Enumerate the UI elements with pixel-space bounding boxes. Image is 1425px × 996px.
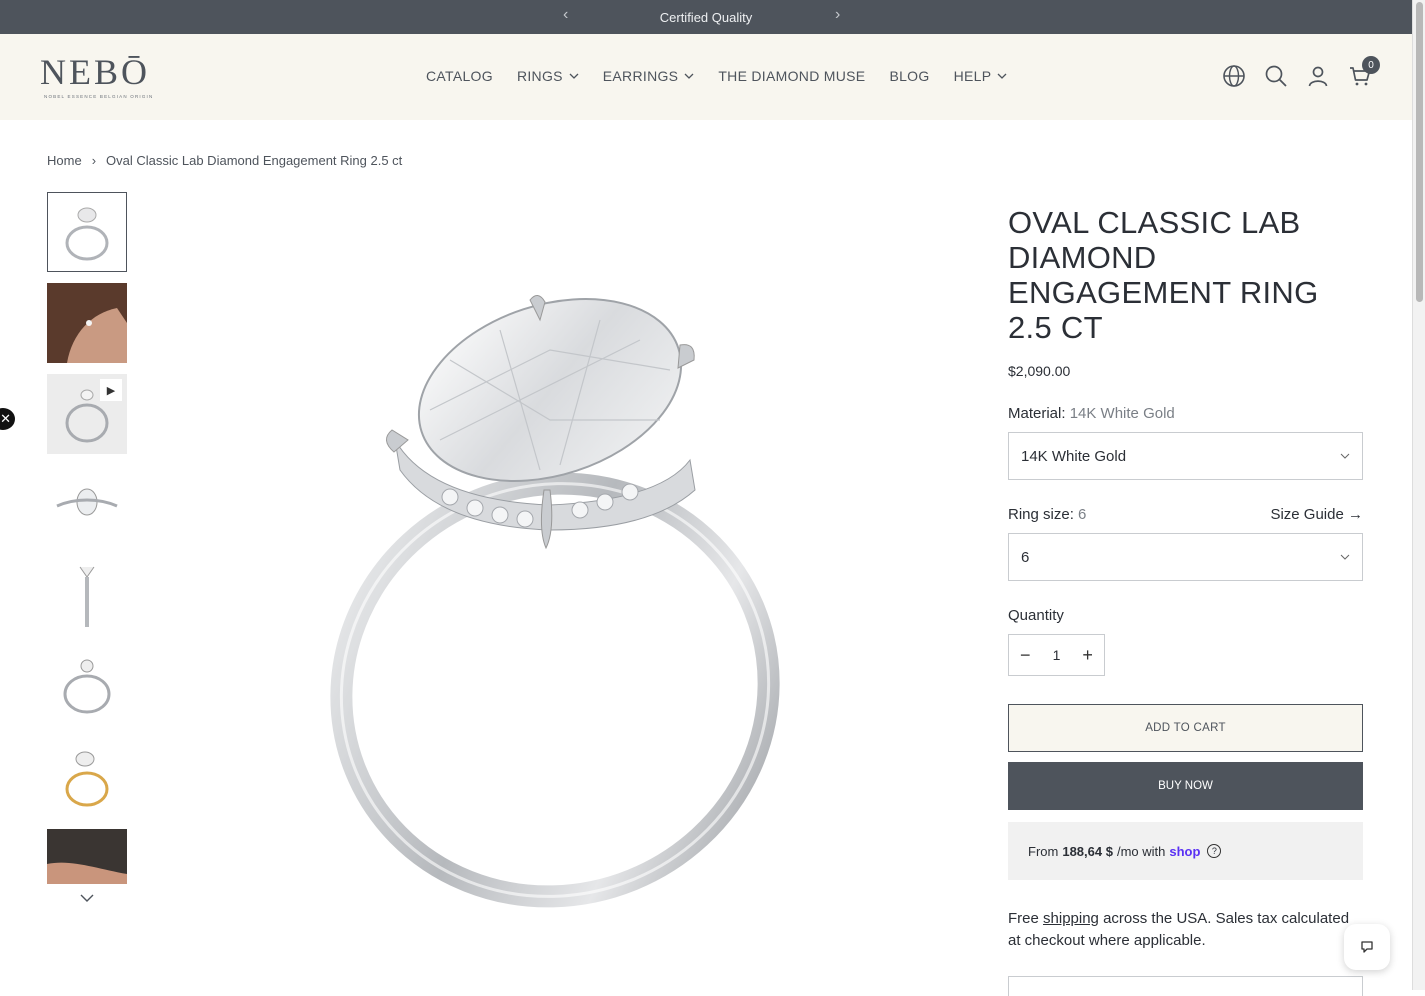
next-section-box xyxy=(1008,976,1363,996)
search-icon[interactable] xyxy=(1264,64,1288,88)
ring-thumbnail-image xyxy=(65,751,109,807)
scrollbar-thumb[interactable] xyxy=(1416,2,1423,302)
ring-size-value: 6 xyxy=(1078,506,1087,523)
announcement-prev-icon[interactable]: ‹ xyxy=(563,6,568,24)
nav-rings[interactable]: RINGS xyxy=(517,68,579,84)
cart-button[interactable]: 0 xyxy=(1348,56,1380,88)
side-close-icon[interactable]: ✕ xyxy=(0,408,15,430)
quantity-stepper: − 1 + xyxy=(1008,634,1105,676)
help-icon[interactable]: ? xyxy=(1207,844,1222,858)
thumbnail-ring-gold[interactable] xyxy=(47,738,127,818)
page-scrollbar[interactable] xyxy=(1412,0,1425,990)
logo-tagline: NOBEL ESSENCE BELGIAN ORIGIN xyxy=(44,94,154,99)
add-to-cart-button[interactable]: ADD TO CART xyxy=(1008,704,1363,752)
breadcrumb-current: Oval Classic Lab Diamond Engagement Ring… xyxy=(106,153,403,168)
breadcrumb-separator: › xyxy=(91,153,97,168)
ring-size-select[interactable]: 6 xyxy=(1008,533,1363,581)
buy-now-button[interactable]: BUY NOW xyxy=(1008,762,1363,810)
main-nav: CATALOG RINGS EARRINGS THE DIAMOND MUSE … xyxy=(426,68,1007,84)
header-icons: 0 xyxy=(1222,56,1380,88)
material-value: 14K White Gold xyxy=(1069,405,1175,422)
globe-icon[interactable] xyxy=(1222,64,1246,88)
shoppay-amount: 188,64 $ xyxy=(1062,843,1113,859)
ring-size-label: Ring size: xyxy=(1008,506,1074,523)
material-label: Material: xyxy=(1008,405,1066,422)
thumbnail-ring-side[interactable] xyxy=(47,556,127,636)
product-title: OVAL CLASSIC LAB DIAMOND ENGAGEMENT RING… xyxy=(1008,205,1319,345)
quantity-value[interactable]: 1 xyxy=(1053,647,1061,663)
nav-diamond-muse[interactable]: THE DIAMOND MUSE xyxy=(718,68,865,84)
chevron-down-icon xyxy=(684,73,694,79)
shipping-pre: Free xyxy=(1008,910,1039,927)
chevron-down-icon xyxy=(1340,554,1350,560)
thumbnail-list: ▶ xyxy=(47,192,127,895)
chevron-down-icon xyxy=(1340,453,1350,459)
chevron-down-icon xyxy=(569,73,579,79)
ring-thumbnail-image xyxy=(63,659,111,714)
account-icon[interactable] xyxy=(1306,64,1330,88)
shipping-note: Free shipping across the USA. Sales tax … xyxy=(1008,908,1363,952)
announcement-next-icon[interactable]: › xyxy=(835,6,840,24)
thumbnail-hand[interactable] xyxy=(47,283,127,363)
thumbnails-down-chevron-icon[interactable] xyxy=(79,892,95,904)
shoppay-prefix: From xyxy=(1028,843,1059,859)
chat-button[interactable] xyxy=(1344,924,1390,970)
shop-logo: shop xyxy=(1169,843,1201,859)
breadcrumb-home[interactable]: Home xyxy=(47,153,82,168)
ring-thumbnail-image xyxy=(56,488,118,516)
material-label-row: Material: 14K White Gold xyxy=(1008,405,1363,422)
breadcrumb: Home › Oval Classic Lab Diamond Engageme… xyxy=(47,153,402,168)
chat-icon xyxy=(1361,941,1373,953)
nav-earrings[interactable]: EARRINGS xyxy=(603,68,695,84)
logo-word: NEBŌ xyxy=(40,52,150,92)
quantity-label: Quantity xyxy=(1008,607,1064,624)
product-price: $2,090.00 xyxy=(1008,363,1071,379)
thumbnail-video[interactable]: ▶ xyxy=(47,374,127,454)
shipping-link[interactable]: shipping xyxy=(1043,910,1099,927)
site-header: NEBŌ NOBEL ESSENCE BELGIAN ORIGIN CATALO… xyxy=(0,34,1412,120)
nav-catalog[interactable]: CATALOG xyxy=(426,68,493,84)
ring-thumbnail-image xyxy=(65,207,109,261)
cart-count-badge: 0 xyxy=(1362,56,1380,74)
announcement-bar: ‹ Certified Quality › xyxy=(0,0,1412,34)
shop-pay-installments: From 188,64 $ /mo with shop ? xyxy=(1008,822,1363,880)
shoppay-suffix: /mo with xyxy=(1116,843,1166,859)
logo[interactable]: NEBŌ NOBEL ESSENCE BELGIAN ORIGIN xyxy=(40,54,153,99)
thumbnail-hand-2[interactable] xyxy=(47,829,127,884)
product-main-image[interactable] xyxy=(300,290,820,910)
thumbnail-ring-top[interactable] xyxy=(47,465,127,545)
chevron-down-icon xyxy=(997,73,1007,79)
plus-icon[interactable]: + xyxy=(1082,645,1093,666)
nav-blog[interactable]: BLOG xyxy=(889,68,929,84)
ring-thumbnail-image xyxy=(79,566,95,627)
material-select[interactable]: 14K White Gold xyxy=(1008,432,1363,480)
product-info: OVAL CLASSIC LAB DIAMOND ENGAGEMENT RING… xyxy=(1008,205,1363,952)
hand-thumbnail-image xyxy=(47,283,127,363)
ring-size-label-row: Ring size: 6 Size Guide → xyxy=(1008,506,1363,523)
minus-icon[interactable]: − xyxy=(1020,645,1031,666)
play-icon: ▶ xyxy=(100,379,122,401)
thumbnail-ring-front[interactable] xyxy=(47,647,127,727)
size-guide-link[interactable]: Size Guide → xyxy=(1270,506,1363,523)
nav-help[interactable]: HELP xyxy=(954,68,1008,84)
hand-thumbnail-image xyxy=(47,829,127,884)
ring-size-selected: 6 xyxy=(1021,548,1030,566)
material-selected: 14K White Gold xyxy=(1021,447,1127,465)
announcement-text: Certified Quality xyxy=(659,9,753,25)
thumbnail-ring-angled[interactable] xyxy=(47,192,127,272)
